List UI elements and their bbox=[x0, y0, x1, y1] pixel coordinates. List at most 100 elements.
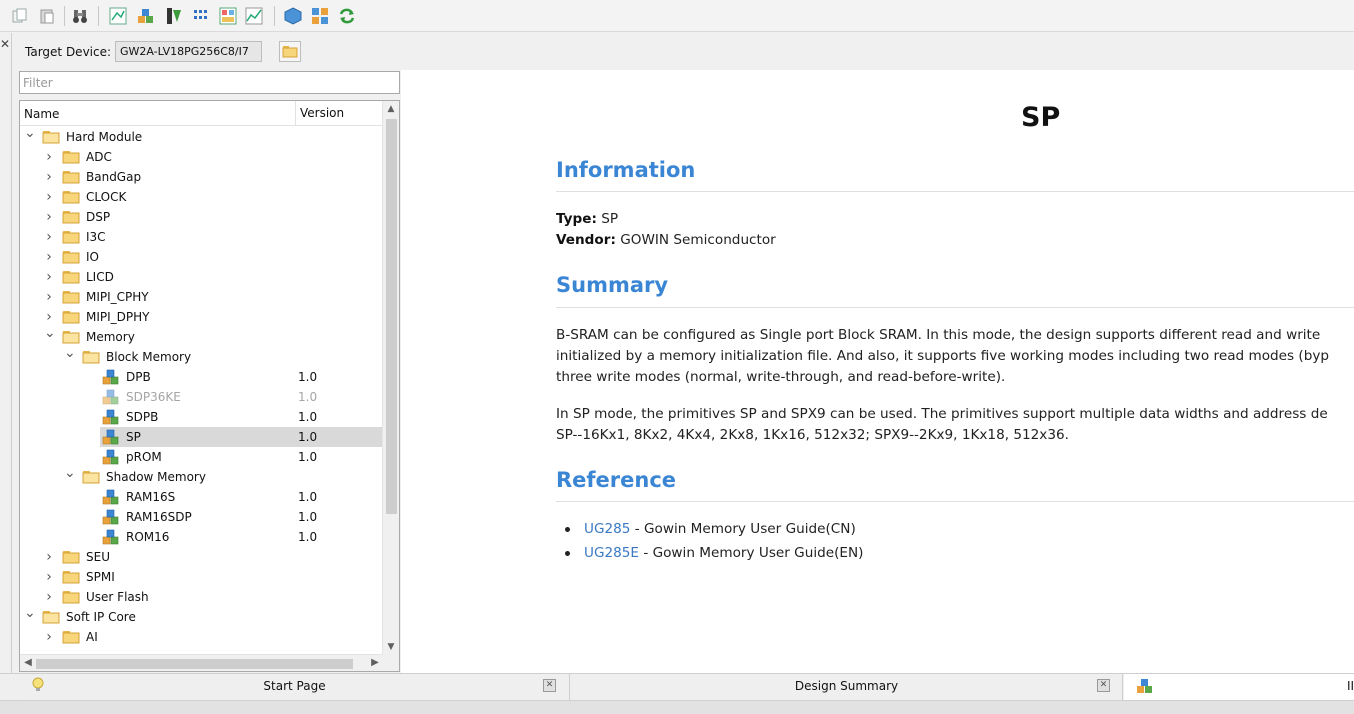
binoculars-icon[interactable] bbox=[70, 6, 90, 26]
folder-icon bbox=[62, 149, 80, 165]
tree-item-clock[interactable]: › CLOCK bbox=[20, 187, 383, 207]
chevron-down-icon[interactable]: ⌄ bbox=[64, 466, 76, 480]
tab-start-page[interactable]: Start Page ✕ bbox=[20, 674, 570, 700]
tree-item-i3c[interactable]: › I3C bbox=[20, 227, 383, 247]
timing-icon[interactable] bbox=[244, 6, 264, 26]
tree-item-spmi[interactable]: › SPMI bbox=[20, 567, 383, 587]
folder-open-icon bbox=[42, 129, 60, 145]
summary-line: three write modes (normal, write-through… bbox=[556, 369, 1006, 385]
tree-item-sp[interactable]: SP 1.0 bbox=[100, 427, 383, 447]
tree-item-ai[interactable]: › AI bbox=[20, 627, 383, 647]
tree-item-dsp[interactable]: › DSP bbox=[20, 207, 383, 227]
column-header-name[interactable]: Name bbox=[24, 107, 59, 121]
tree-item-mipi-dphy[interactable]: › MIPI_DPHY bbox=[20, 307, 383, 327]
close-tab-icon[interactable]: ✕ bbox=[1097, 679, 1110, 692]
tree-item-hard-module[interactable]: ⌄ Hard Module bbox=[20, 127, 383, 147]
tree-item-ram16s[interactable]: RAM16S 1.0 bbox=[20, 487, 383, 507]
column-header-version[interactable]: Version bbox=[295, 101, 344, 126]
tree-item-licd[interactable]: › LICD bbox=[20, 267, 383, 287]
chevron-right-icon[interactable]: › bbox=[44, 307, 54, 327]
chevron-right-icon[interactable]: › bbox=[44, 267, 54, 287]
chevron-right-icon[interactable]: › bbox=[44, 207, 54, 227]
summary-line: SP--16Kx1, 8Kx2, 4Kx4, 2Kx8, 1Kx16, 512x… bbox=[556, 427, 1069, 443]
scroll-down-icon[interactable]: ▼ bbox=[383, 639, 399, 655]
tree-item-block-memory[interactable]: ⌄ Block Memory bbox=[20, 346, 383, 367]
folder-icon[interactable] bbox=[279, 41, 301, 62]
folder-icon bbox=[62, 249, 80, 265]
scroll-up-icon[interactable]: ▲ bbox=[383, 101, 399, 117]
tree-item-version: 1.0 bbox=[298, 510, 318, 524]
scroll-thumb[interactable] bbox=[386, 119, 397, 514]
chevron-right-icon[interactable]: › bbox=[44, 167, 54, 187]
target-device-label: Target Device: bbox=[25, 45, 112, 59]
tab-ip-doc[interactable]: II bbox=[1124, 674, 1354, 700]
chevron-right-icon[interactable]: › bbox=[44, 627, 54, 647]
paste-icon[interactable] bbox=[37, 6, 57, 26]
scroll-left-icon[interactable]: ◀ bbox=[20, 655, 36, 671]
tree-item-ram16sdp[interactable]: RAM16SDP 1.0 bbox=[20, 507, 383, 527]
chevron-right-icon[interactable]: › bbox=[44, 587, 54, 607]
tree-item-io[interactable]: › IO bbox=[20, 247, 383, 267]
tree-item-sdp36ke[interactable]: SDP36KE 1.0 bbox=[20, 387, 383, 407]
tree-item-shadow-memory[interactable]: ⌄ Shadow Memory bbox=[20, 466, 383, 487]
download-icon[interactable] bbox=[164, 6, 184, 26]
tree-horizontal-scrollbar[interactable]: ◀ ▶ bbox=[20, 654, 383, 671]
chevron-right-icon[interactable]: › bbox=[44, 567, 54, 587]
chevron-right-icon[interactable]: › bbox=[44, 287, 54, 307]
chevron-right-icon[interactable]: › bbox=[44, 147, 54, 167]
target-device-field[interactable]: GW2A-LV18PG256C8/I7 bbox=[115, 41, 262, 62]
ip-tree-panel: Name Version ⌄ Hard Module › ADC › BandGap › CL… bbox=[19, 100, 400, 672]
ip-cubes-icon bbox=[102, 449, 120, 465]
schematic-icon[interactable] bbox=[108, 6, 128, 26]
tree-item-soft-ip-core[interactable]: ⌄ Soft IP Core bbox=[20, 606, 383, 627]
close-tab-icon[interactable]: ✕ bbox=[543, 679, 556, 692]
tree-item-prom[interactable]: pROM 1.0 bbox=[20, 447, 383, 467]
reference-link-ug285e[interactable]: UG285E bbox=[584, 545, 639, 561]
tree-vertical-scrollbar[interactable]: ▲ ▼ bbox=[382, 101, 399, 655]
reference-item: UG285E - Gowin Memory User Guide(EN) bbox=[584, 543, 863, 564]
chevron-down-icon[interactable]: ⌄ bbox=[24, 606, 36, 620]
chevron-right-icon[interactable]: › bbox=[44, 247, 54, 267]
tree-item-seu[interactable]: › SEU bbox=[20, 547, 383, 567]
filter-input[interactable] bbox=[19, 71, 400, 94]
tree-item-rom16[interactable]: ROM16 1.0 bbox=[20, 527, 383, 547]
chevron-right-icon[interactable]: › bbox=[44, 547, 54, 567]
chevron-right-icon[interactable]: › bbox=[44, 227, 54, 247]
ip-cubes-icon bbox=[102, 369, 120, 385]
tree-item-label: SEU bbox=[86, 550, 110, 564]
ip-cubes-icon bbox=[102, 429, 120, 445]
floorplan-icon[interactable] bbox=[218, 6, 238, 26]
tree-item-memory[interactable]: ⌄ Memory bbox=[20, 326, 383, 347]
chevron-down-icon[interactable]: ⌄ bbox=[24, 127, 36, 140]
tree-item-label: ROM16 bbox=[126, 530, 170, 544]
main-toolbar bbox=[0, 0, 1354, 32]
tab-design-summary[interactable]: Design Summary ✕ bbox=[571, 674, 1123, 700]
divider bbox=[556, 501, 1354, 502]
tree-item-dpb[interactable]: DPB 1.0 bbox=[20, 367, 383, 387]
reference-link-ug285[interactable]: UG285 bbox=[584, 521, 630, 537]
tree-item-label: pROM bbox=[126, 450, 162, 464]
ip-generator-icon[interactable] bbox=[136, 6, 156, 26]
tree-item-mipi-cphy[interactable]: › MIPI_CPHY bbox=[20, 287, 383, 307]
chevron-down-icon[interactable]: ⌄ bbox=[44, 326, 56, 340]
refresh-icon[interactable] bbox=[337, 6, 357, 26]
tree-item-version: 1.0 bbox=[298, 530, 318, 544]
tree-item-label: RAM16SDP bbox=[126, 510, 192, 524]
tree-item-version: 1.0 bbox=[298, 450, 318, 464]
ip-blocks-icon[interactable] bbox=[310, 6, 330, 26]
scroll-right-icon[interactable]: ▶ bbox=[367, 655, 383, 671]
close-icon[interactable]: ✕ bbox=[0, 37, 10, 51]
chevron-down-icon[interactable]: ⌄ bbox=[64, 346, 76, 360]
ip-core-icon[interactable] bbox=[283, 6, 303, 26]
tree-item-adc[interactable]: › ADC bbox=[20, 147, 383, 167]
tree-body: ⌄ Hard Module › ADC › BandGap › CLOCK › DSP › I3C › I… bbox=[20, 127, 383, 655]
tree-item-version: 1.0 bbox=[298, 410, 318, 424]
tree-item-bandgap[interactable]: › BandGap bbox=[20, 167, 383, 187]
tree-item-user-flash[interactable]: › User Flash bbox=[20, 587, 383, 607]
copy-icon[interactable] bbox=[10, 6, 30, 26]
tree-item-label: I3C bbox=[86, 230, 106, 244]
scroll-thumb[interactable] bbox=[36, 659, 353, 669]
tree-item-sdpb[interactable]: SDPB 1.0 bbox=[20, 407, 383, 427]
chevron-right-icon[interactable]: › bbox=[44, 187, 54, 207]
grid-dots-icon[interactable] bbox=[192, 6, 212, 26]
